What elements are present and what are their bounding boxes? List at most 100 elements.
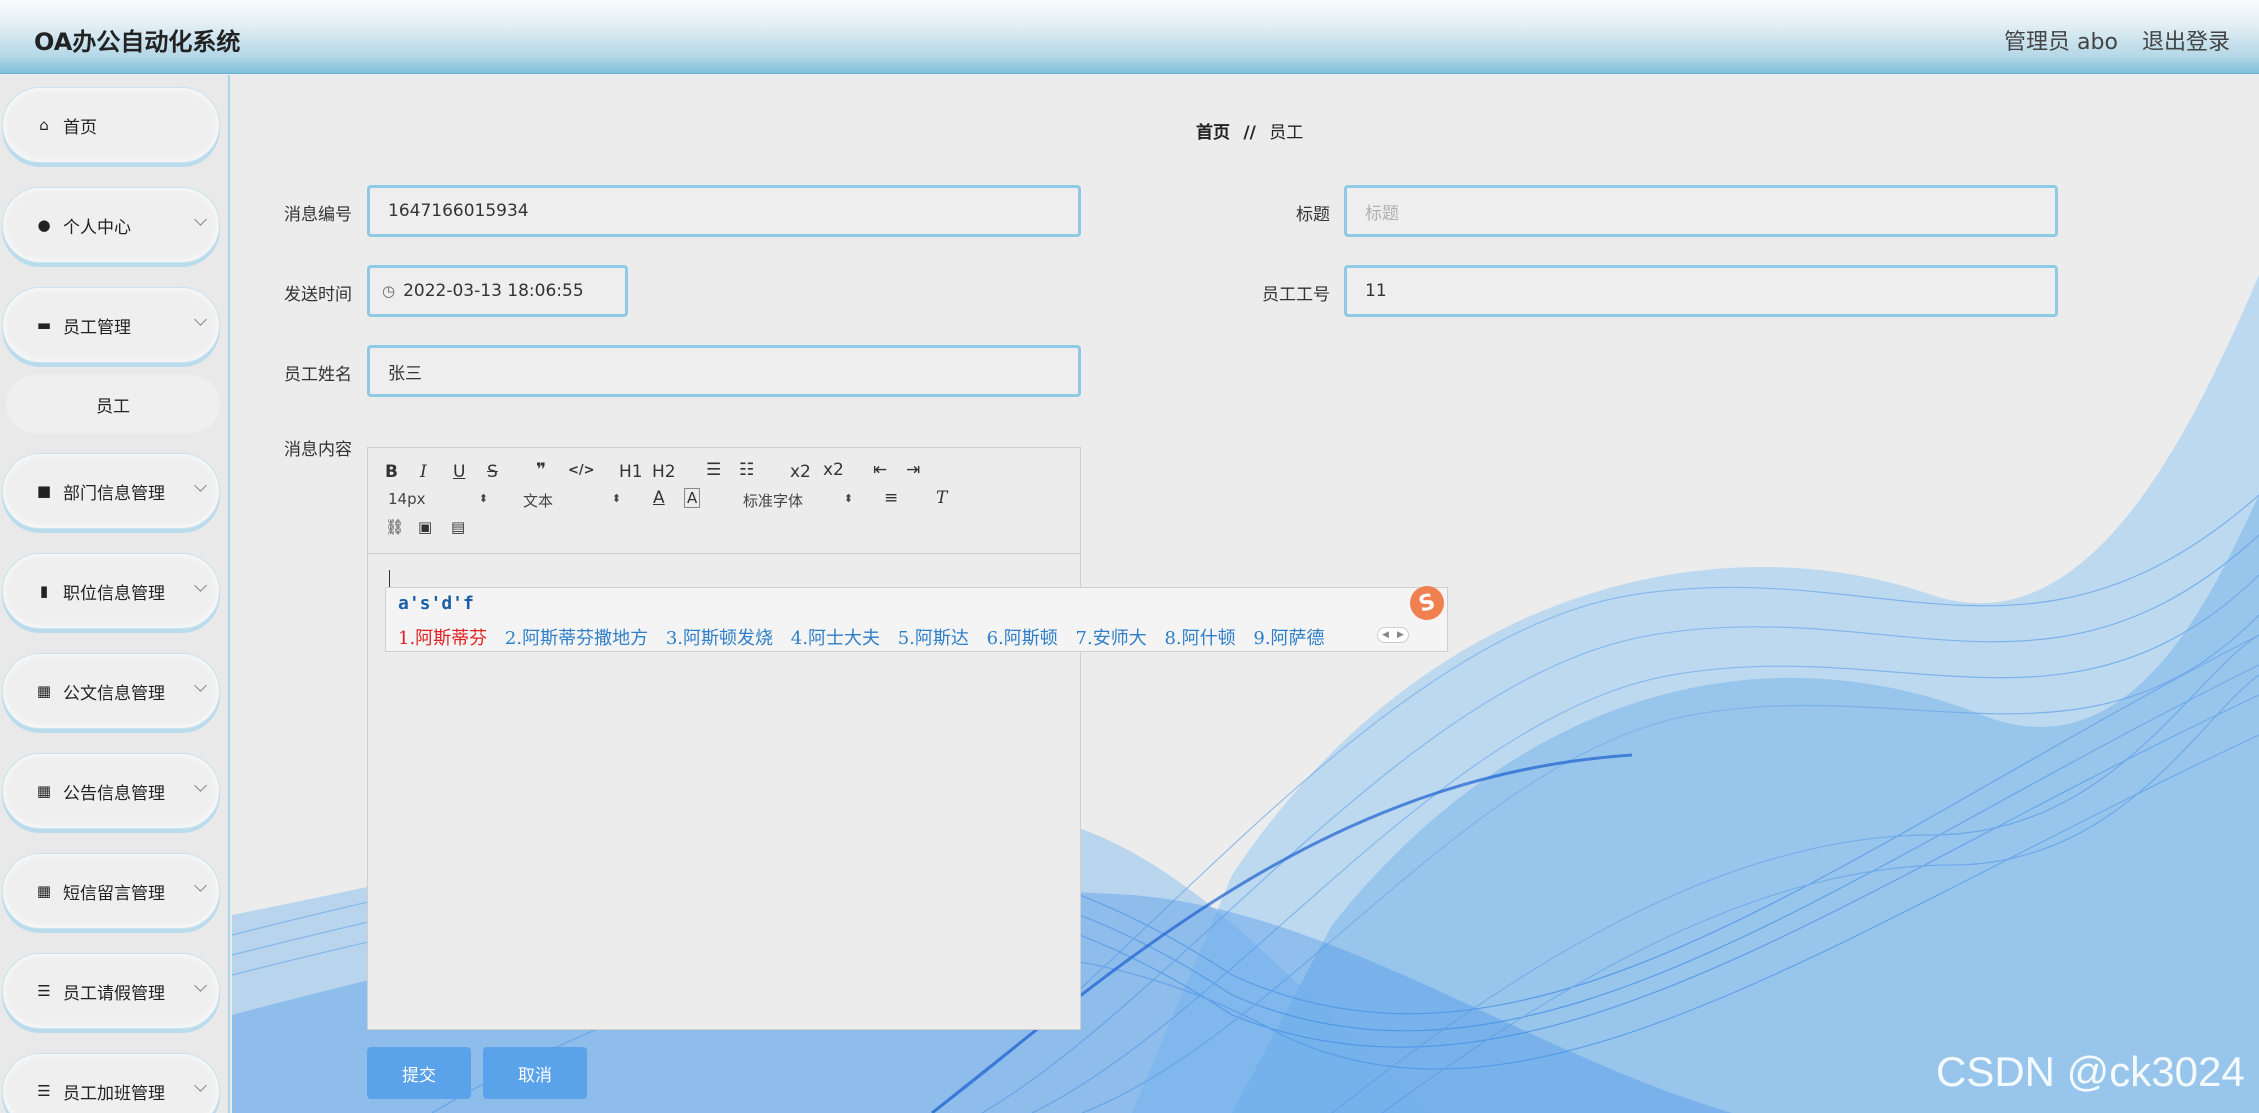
ordered-list-icon[interactable]: ☰ [706, 460, 721, 480]
send-time-label: 发送时间 [284, 285, 352, 305]
content-label: 消息内容 [284, 440, 352, 460]
title-label: 标题 [1296, 205, 1330, 225]
h2-button[interactable]: H2 [652, 462, 676, 482]
text-type-select[interactable]: 文本 ⬍ [523, 490, 621, 511]
sidebar-item-leave[interactable]: ☰ 员工请假管理 [2, 953, 220, 1029]
ime-pager[interactable]: ◀ ▶ [1377, 627, 1409, 643]
sidebar-item-label: 公告信息管理 [63, 783, 165, 804]
subscript-button[interactable]: x2 [790, 462, 811, 482]
text-type-value: 文本 [523, 492, 554, 510]
ime-candidate[interactable]: 2.阿斯蒂芬撒地方 [505, 628, 648, 649]
logout-link[interactable]: 退出登录 [2142, 24, 2230, 56]
user-icon: ● [37, 216, 51, 234]
sidebar-item-overtime[interactable]: ☰ 员工加班管理 [2, 1053, 220, 1113]
ime-candidate-popup: a's'd'f 1.阿斯蒂芬 2.阿斯蒂芬撒地方 3.阿斯顿发烧 4.阿士大夫 … [385, 582, 1448, 652]
ime-candidate[interactable]: 1.阿斯蒂芬 [398, 628, 487, 649]
chevron-down-icon [194, 479, 207, 492]
sidebar-item-label: 部门信息管理 [63, 483, 165, 504]
sidebar-item-employees[interactable]: ▬ 员工管理 [2, 287, 220, 363]
emp-name-label: 员工姓名 [284, 365, 352, 385]
bullet-list-icon[interactable]: ☷ [739, 460, 754, 480]
font-family-value: 标准字体 [743, 492, 804, 510]
rich-text-editor[interactable]: B I U S ❞ </> H1 H2 ☰ ☷ x2 x2 ⇤ ⇥ 14px ⬍ … [367, 447, 1081, 1030]
superscript-button[interactable]: x2 [823, 460, 844, 480]
underline-button[interactable]: U [453, 462, 465, 482]
sidebar-item-label: 公文信息管理 [63, 683, 165, 704]
chevron-down-icon [194, 979, 207, 992]
ime-candidate[interactable]: 8.阿什顿 [1164, 628, 1235, 649]
ime-candidate[interactable]: 4.阿士大夫 [791, 628, 880, 649]
outdent-icon[interactable]: ⇤ [873, 460, 887, 480]
font-size-value: 14px [388, 490, 426, 508]
grid-icon: ▦ [36, 782, 52, 800]
sidebar-item-label: 个人中心 [63, 217, 131, 238]
image-icon[interactable]: ▣ [418, 518, 432, 536]
sidebar-subitem-employee[interactable]: 员工 [6, 375, 220, 433]
font-color-icon[interactable]: A [653, 488, 665, 508]
msg-no-input[interactable]: 1647166015934 [367, 185, 1081, 237]
sidebar-item-label: 员工管理 [63, 317, 131, 338]
submit-button[interactable]: 提交 [367, 1047, 471, 1099]
link-icon[interactable]: ⛓ [385, 518, 404, 536]
font-size-select[interactable]: 14px ⬍ [388, 490, 488, 508]
chevron-down-icon [194, 213, 207, 226]
list-icon: ☰ [37, 982, 51, 1000]
home-icon: ⌂ [39, 116, 49, 134]
select-arrow-icon: ⬍ [478, 492, 488, 505]
clock-icon: ◷ [382, 282, 396, 300]
chevron-right-icon[interactable]: ▶ [1397, 630, 1404, 640]
background-color-icon[interactable]: A [684, 488, 701, 508]
indent-icon[interactable]: ⇥ [906, 460, 920, 480]
send-time-picker[interactable]: ◷ 2022-03-13 18:06:55 [367, 265, 628, 317]
sidebar-item-positions[interactable]: ▮ 职位信息管理 [2, 553, 220, 629]
italic-button[interactable]: I [420, 462, 427, 482]
quote-icon[interactable]: ❞ [536, 460, 546, 480]
chevron-down-icon [194, 779, 207, 792]
select-arrow-icon: ⬍ [611, 492, 621, 505]
camera-icon: ■ [36, 482, 52, 500]
top-bar: OA办公自动化系统 管理员 abo 退出登录 [0, 0, 2259, 74]
breadcrumb-current: 员工 [1269, 123, 1304, 143]
title-input[interactable]: 标题 [1344, 185, 2058, 237]
sidebar-item-label: 员工加班管理 [63, 1083, 165, 1104]
emp-no-input[interactable]: 11 [1344, 265, 2058, 317]
sidebar: ⌂ 首页 ● 个人中心 ▬ 员工管理 员工 ■ 部门信息管理 ▮ 职位信息管理 … [0, 75, 230, 1113]
ime-candidate[interactable]: 5.阿斯达 [898, 628, 969, 649]
video-icon[interactable]: ▤ [451, 518, 465, 536]
clear-format-icon[interactable]: T [936, 488, 947, 508]
align-icon[interactable]: ≡ [884, 488, 898, 508]
editor-toolbar: B I U S ❞ </> H1 H2 ☰ ☷ x2 x2 ⇤ ⇥ 14px ⬍ … [368, 448, 1080, 554]
cancel-button[interactable]: 取消 [483, 1047, 587, 1099]
sidebar-item-departments[interactable]: ■ 部门信息管理 [2, 453, 220, 529]
sidebar-item-label: 员工请假管理 [63, 983, 165, 1004]
sidebar-item-documents[interactable]: ▦ 公文信息管理 [2, 653, 220, 729]
emp-name-input[interactable]: 张三 [367, 345, 1081, 397]
sidebar-item-notices[interactable]: ▦ 公告信息管理 [2, 753, 220, 829]
font-family-select[interactable]: 标准字体 ⬍ [743, 490, 853, 511]
breadcrumb-home[interactable]: 首页 [1196, 123, 1230, 143]
app-title: OA办公自动化系统 [34, 28, 241, 56]
select-arrow-icon: ⬍ [843, 492, 853, 505]
ime-candidate[interactable]: 3.阿斯顿发烧 [666, 628, 773, 649]
strike-button[interactable]: S [487, 462, 498, 482]
sidebar-item-home[interactable]: ⌂ 首页 [2, 87, 220, 163]
bar-chart-icon: ▮ [39, 582, 49, 600]
ime-logo-icon: S [1406, 582, 1448, 624]
chevron-left-icon[interactable]: ◀ [1382, 630, 1389, 640]
grid-icon: ▦ [36, 682, 52, 700]
bold-button[interactable]: B [385, 462, 398, 482]
breadcrumb: 首页 // 员工 [1196, 118, 1303, 143]
sidebar-item-label: 短信留言管理 [63, 883, 165, 904]
chevron-down-icon [194, 1079, 207, 1092]
code-icon[interactable]: </> [568, 463, 595, 478]
watermark: CSDN @ck3024 [1936, 1048, 2245, 1095]
sidebar-item-personal[interactable]: ● 个人中心 [2, 187, 220, 263]
sidebar-item-messages[interactable]: ▦ 短信留言管理 [2, 853, 220, 929]
ime-candidate[interactable]: 9.阿萨德 [1253, 628, 1324, 649]
ime-candidate[interactable]: 6.阿斯顿 [987, 628, 1058, 649]
ime-candidate[interactable]: 7.安师大 [1076, 628, 1147, 649]
h1-button[interactable]: H1 [619, 462, 643, 482]
ime-candidates: 1.阿斯蒂芬 2.阿斯蒂芬撒地方 3.阿斯顿发烧 4.阿士大夫 5.阿斯达 6.… [398, 624, 1337, 650]
sidebar-item-label: 首页 [63, 117, 97, 138]
list-icon: ☰ [37, 1082, 51, 1100]
